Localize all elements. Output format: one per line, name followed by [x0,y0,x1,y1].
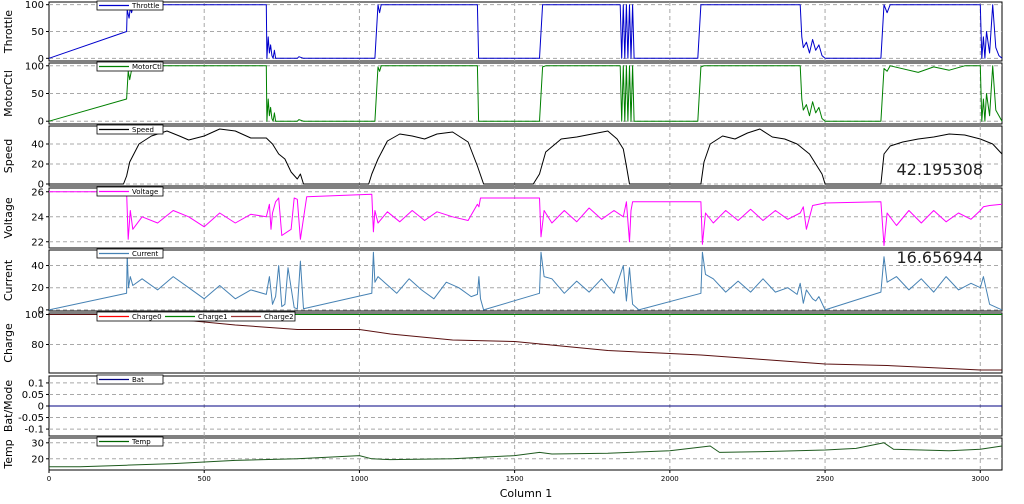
legend: Speed [96,124,164,135]
panel-motorctl: 0 50 100 MotorCtl MotorCtl [2,61,1003,128]
y-tick-label: 20 [31,454,44,465]
y-tick-label: 100 [25,0,44,11]
x-tick-label: 2500 [816,475,834,483]
legend-label: Temp [131,438,151,446]
y-axis-label: Bat/Mode [2,380,15,433]
y-tick-label: 80 [31,340,44,351]
panel-temp: 20 30 Temp Temp [2,436,1003,471]
y-tick-label: 0.1 [28,378,44,389]
y-axis-label: Charge [2,323,15,363]
x-tick-label: 0 [47,475,51,483]
panel-charge: 80 100 Charge Charge0 Charge1 Charge2 [2,310,1003,374]
y-tick-label: 24 [31,212,44,223]
y-tick-label: -0.05 [18,413,44,424]
legend-label: Voltage [132,188,158,196]
legend: Voltage [96,186,164,197]
y-axis-label: Throttle [2,10,15,54]
panel-frame [48,125,1003,187]
legend-label: MotorCtl [132,63,162,71]
panel-frame [48,187,1003,249]
y-axis-label: Temp [2,439,15,469]
x-tick-label: 3000 [971,475,989,483]
y-axis-label: Speed [2,139,15,173]
legend: Charge0 Charge1 Charge2 [96,311,296,322]
legend: Temp [96,436,164,447]
y-tick-label: 100 [25,61,44,72]
legend-label: Charge2 [264,313,294,321]
y-tick-label: 50 [31,27,44,38]
readout-speed: 42.195308 [896,160,983,179]
multi-panel-chart: 0 50 100 Throttle Throttle 0 50 100 MotorCtl Moto… [2,0,1003,500]
y-tick-label: 0 [38,402,44,413]
x-tick-label: 1500 [506,475,524,483]
y-tick-label: 20 [31,160,44,171]
x-tick-label: 500 [198,475,211,483]
panel-current: 02040CurrentCurrent 16.656944 [2,248,1003,316]
y-axis-label: Voltage [2,197,15,238]
y-tick-label: 40 [31,140,44,151]
x-tick-label: 2000 [661,475,679,483]
y-tick-label: 50 [31,89,44,100]
legend-label: Bat [132,376,144,384]
y-tick-label: 22 [31,237,44,248]
y-axis-label: Current [2,259,15,301]
legend-label: Charge0 [132,313,162,321]
y-tick-label: 40 [31,261,44,272]
legend-label: Current [132,250,159,258]
legend-label: Charge1 [198,313,228,321]
legend: Throttle [96,0,164,11]
readout-current: 16.656944 [896,248,983,267]
panel-voltage: 22 24 26 Voltage Voltage [2,186,1003,249]
legend: Bat [96,374,164,385]
y-tick-label: 30 [31,438,44,449]
y-axis-label: MotorCtl [2,70,15,117]
x-tick-label: 1000 [351,475,369,483]
panel-throttle: 050100ThrottleThrottle [2,0,1003,65]
y-tick-label: 20 [31,283,44,294]
y-tick-label: 0 [38,117,44,128]
panel-batmode: -0.1-0.0500.050.1 Bat/Mode Bat [2,374,1003,437]
y-tick-label: 0.05 [22,390,44,401]
panel-frame [48,249,1003,312]
y-tick-label: 26 [31,187,44,198]
legend-label: Throttle [131,2,159,10]
y-tick-label: -0.1 [24,425,44,436]
y-tick-label: 100 [25,310,44,321]
x-axis-label: Column 1 [500,487,553,500]
legend: Current [96,248,164,259]
legend-label: Speed [132,126,154,134]
panel-speed: 02040SpeedSpeed42.195308 [2,124,1003,191]
legend: MotorCtl [96,61,164,72]
